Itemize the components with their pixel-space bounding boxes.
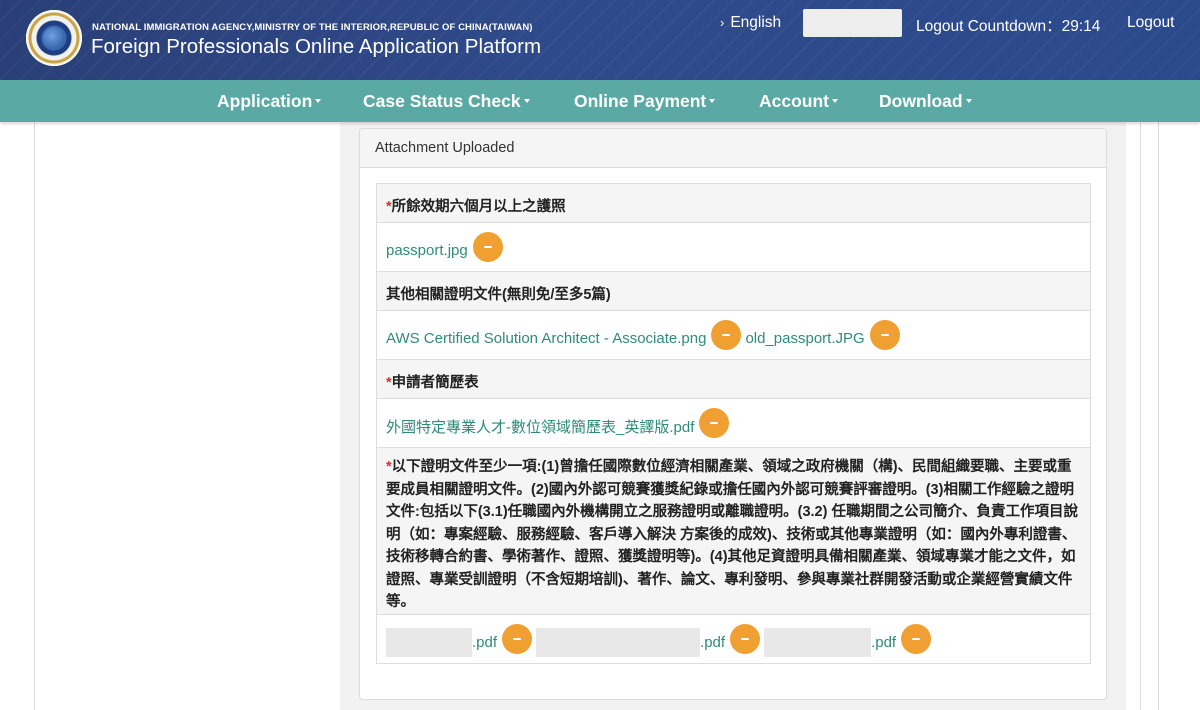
section-label-text: 所餘效期六個月以上之護照 (391, 199, 566, 215)
redacted-filename (764, 627, 872, 657)
section-header-resume: *申請者簡歷表 (377, 360, 1090, 399)
nav-label: Application (217, 91, 313, 111)
caret-down-icon (523, 99, 530, 104)
chevron-right-icon: › (720, 15, 725, 30)
file-link[interactable]: old_passport.JPG (745, 330, 864, 347)
caret-down-icon (832, 99, 838, 104)
section-header-passport: *所餘效期六個月以上之護照 (377, 184, 1090, 223)
agency-logo[interactable] (26, 10, 82, 66)
file-link[interactable]: .pdf (472, 634, 497, 651)
file-link[interactable]: .pdf (700, 634, 725, 651)
remove-file-button[interactable] (472, 232, 503, 262)
remove-file-button[interactable] (901, 624, 932, 654)
section-files-resume: 外國特定專業人才-數位領域簡歷表_英譯版.pdf (377, 399, 1090, 448)
section-files-passport: passport.jpg (377, 223, 1090, 272)
section-label: *所餘效期六個月以上之護照 (386, 195, 566, 216)
caret-down-icon (709, 99, 716, 104)
section-files-proof-docs: .pdf .pdf .pdf (377, 615, 1090, 663)
remove-file-button[interactable] (699, 408, 730, 438)
agency-name: NATIONAL IMMIGRATION AGENCY,MINISTRY OF … (92, 22, 533, 33)
attachment-table: *所餘效期六個月以上之護照 passport.jpg 其他相關證明文件(無則免/… (376, 183, 1091, 664)
caret-down-icon (315, 99, 322, 104)
file-link[interactable]: 外國特定專業人才-數位領域簡歷表_英譯版.pdf (386, 416, 694, 437)
nav-account[interactable]: Account (759, 91, 838, 112)
page-divider (1140, 122, 1141, 710)
nav-application[interactable]: Application (217, 91, 322, 112)
section-label: 其他相關證明文件(無則免/至多5篇) (386, 283, 611, 304)
nav-label: Case Status Check (363, 91, 521, 111)
main-nav: Application Case Status Check Online Pay… (0, 80, 1200, 122)
language-switch[interactable]: › English (720, 14, 781, 32)
section-files-other-docs: AWS Certified Solution Architect - Assoc… (377, 311, 1090, 360)
attachment-panel: Attachment Uploaded *所餘效期六個月以上之護照 passpo… (359, 128, 1107, 700)
logout-countdown: Logout Countdown：29:14 (916, 18, 1101, 35)
redacted-filename (386, 627, 472, 657)
section-label-text: 以下證明文件至少一項:(1)曾擔任國際數位經濟相關產業、領域之政府機關（構)、民… (386, 459, 1078, 610)
nav-label: Online Payment (574, 91, 707, 111)
language-label: English (730, 14, 782, 31)
panel-header: Attachment Uploaded (360, 129, 1106, 168)
nav-online-payment[interactable]: Online Payment (574, 91, 716, 112)
file-link[interactable]: .pdf (871, 634, 896, 651)
remove-file-button[interactable] (711, 320, 742, 350)
redacted-filename (536, 627, 701, 657)
section-label-text: 申請者簡歷表 (391, 375, 479, 391)
nav-label: Account (759, 91, 829, 111)
file-link[interactable]: AWS Certified Solution Architect - Assoc… (386, 330, 706, 347)
page-divider (34, 122, 35, 710)
section-header-other-docs: 其他相關證明文件(無則免/至多5篇) (377, 272, 1090, 311)
remove-file-button[interactable] (869, 320, 900, 350)
section-header-proof-docs: *以下證明文件至少一項:(1)曾擔任國際數位經濟相關產業、領域之政府機關（構)、… (377, 448, 1090, 615)
nav-download[interactable]: Download (879, 91, 972, 112)
caret-down-icon (965, 99, 972, 104)
panel-title: Attachment Uploaded (375, 140, 515, 156)
redacted-username (803, 9, 902, 37)
logout-link[interactable]: Logout (1127, 14, 1174, 32)
section-label: *申請者簡歷表 (386, 371, 479, 392)
remove-file-button[interactable] (502, 624, 533, 654)
file-link[interactable]: passport.jpg (386, 242, 468, 259)
nav-label: Download (879, 91, 963, 111)
nav-case-status-check[interactable]: Case Status Check (363, 91, 530, 112)
section-label-text: 其他相關證明文件(無則免/至多5篇) (386, 287, 611, 303)
remove-file-button[interactable] (730, 624, 761, 654)
platform-title[interactable]: Foreign Professionals Online Application… (91, 35, 541, 59)
top-header: NATIONAL IMMIGRATION AGENCY,MINISTRY OF … (0, 0, 1200, 80)
page-divider (1158, 122, 1159, 710)
section-label: *以下證明文件至少一項:(1)曾擔任國際數位經濟相關產業、領域之政府機關（構)、… (386, 456, 1083, 614)
